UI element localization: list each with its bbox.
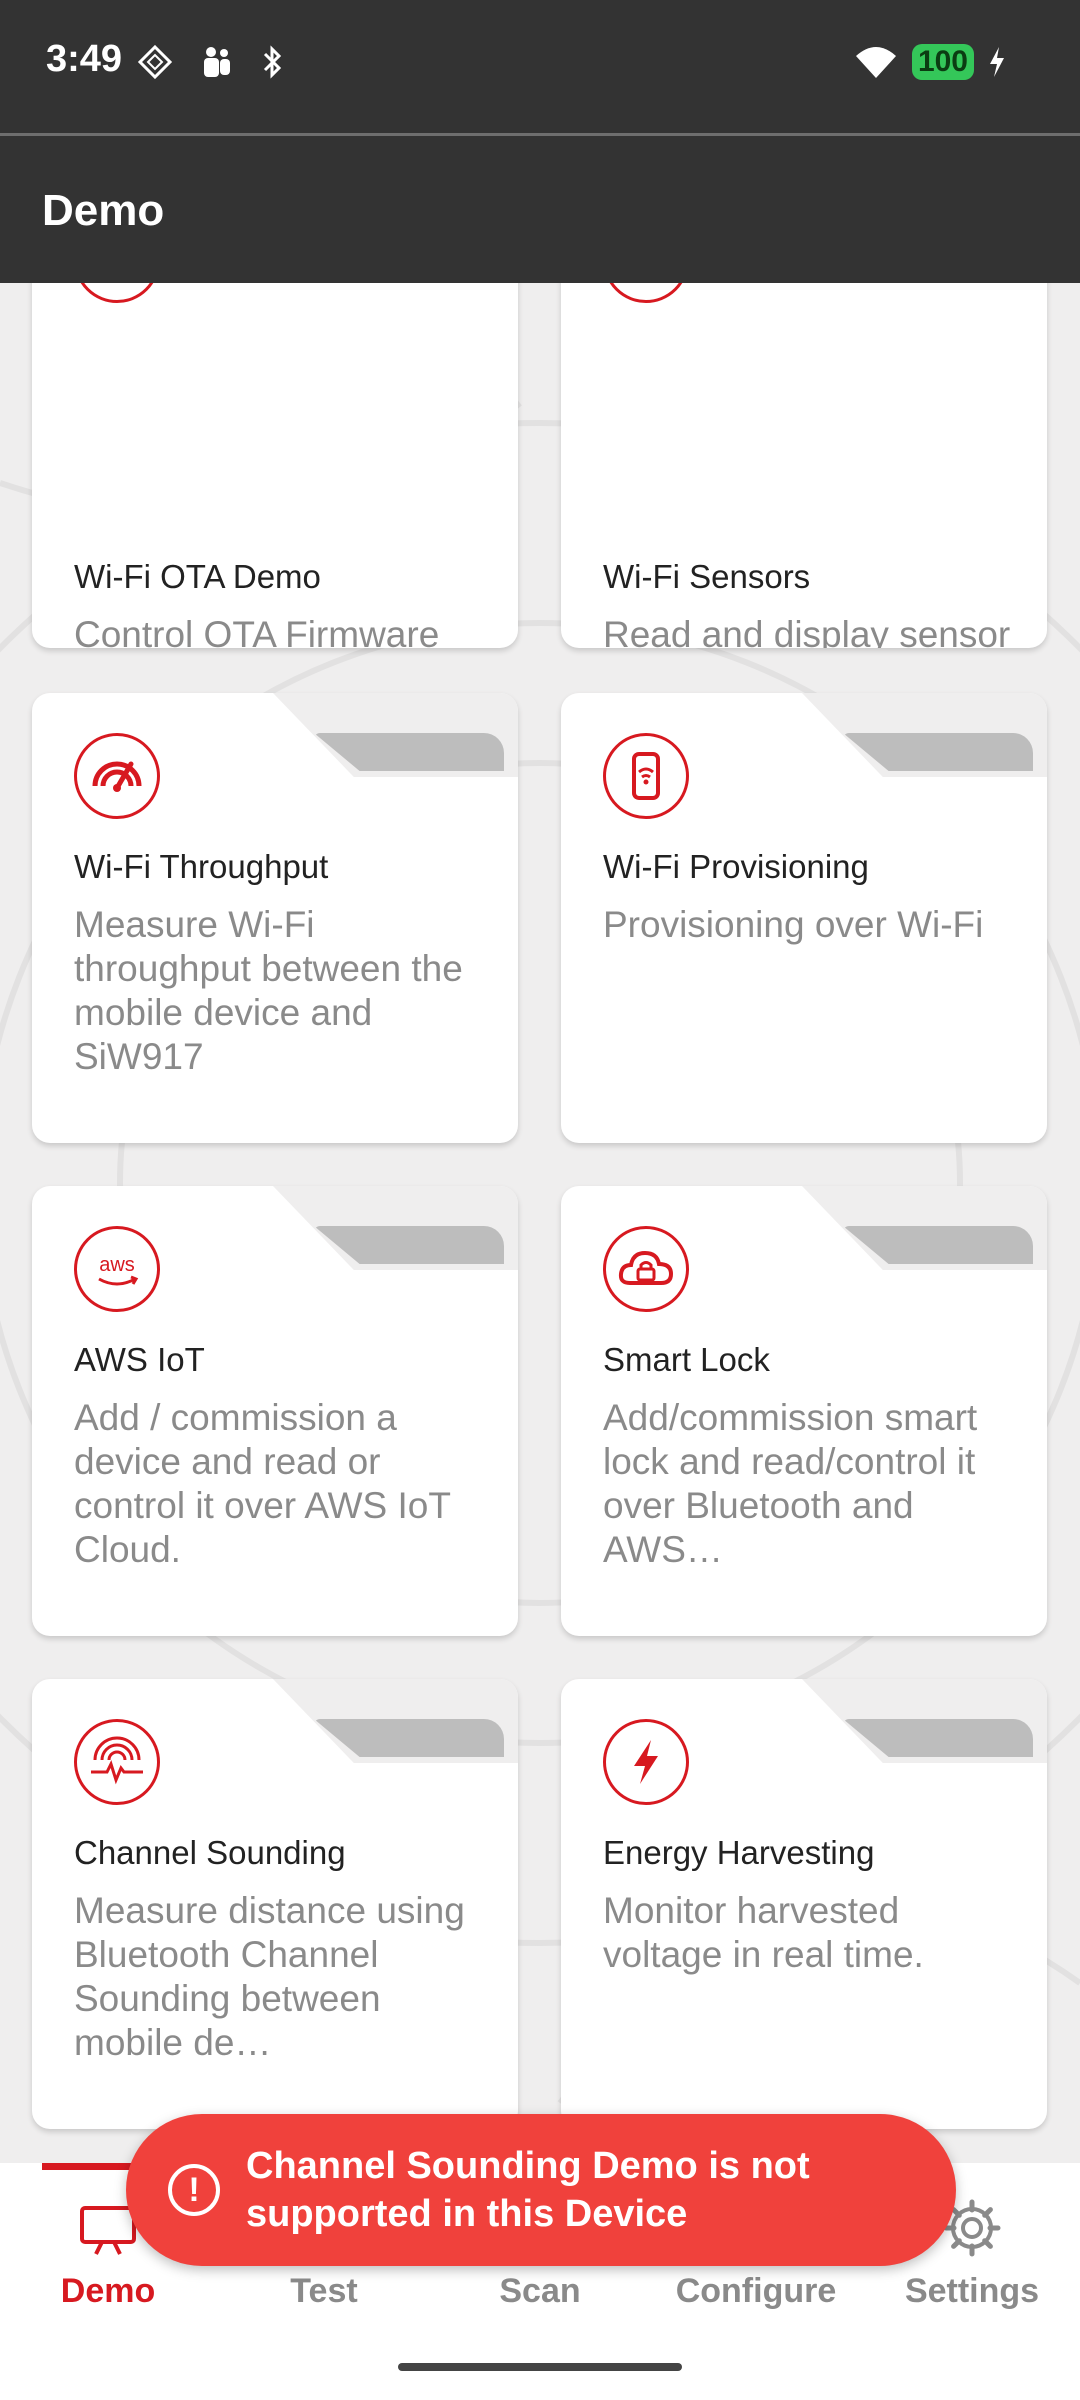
card-wifi-sensors[interactable]: Wi-Fi Sensors Read and display sensor da… [561,283,1047,648]
error-snackbar: ! Channel Sounding Demo is not supported… [126,2114,956,2266]
lightning-icon [603,1719,689,1805]
page-title: Demo [42,186,165,235]
card-description: Add/commission smart lock and read/contr… [603,1397,978,1570]
status-system-icons: 100 [854,44,1006,80]
phone-wifi-icon [603,733,689,819]
bluetooth-icon [263,45,282,79]
signal-wave-icon [74,1719,160,1805]
snackbar-message: Channel Sounding Demo is not supported i… [246,2145,810,2235]
card-title: Wi-Fi Throughput [74,848,329,885]
card-title: Energy Harvesting [603,1834,875,1871]
aws-icon: aws [74,1226,160,1312]
charging-icon [990,47,1004,77]
nav-label: Demo [60,2272,156,2310]
card-tab [268,693,518,777]
card-energy-harvesting[interactable]: Energy Harvesting Monitor harvested volt… [561,1679,1047,2129]
card-title: Wi-Fi Sensors [603,558,811,595]
card-title: Wi-Fi Provisioning [603,848,869,885]
cloud-lock-icon [603,1226,689,1312]
card-description: Add / commission a device and read or co… [74,1397,451,1570]
card-smart-lock[interactable]: Smart Lock Add/commission smart lock and… [561,1186,1047,1636]
card-title: Wi-Fi OTA Demo [74,558,321,595]
status-bar: 3:49 100 [0,0,1080,133]
card-tab [268,1186,518,1270]
nav-label: Test [290,2272,358,2310]
svg-text:aws: aws [99,1254,135,1276]
card-aws-iot[interactable]: aws AWS IoT Add / commission a device an… [32,1186,518,1636]
card-wifi-ota[interactable]: Wi-Fi OTA Demo Control OTA Firmware upda… [32,283,518,648]
card-description: Control OTA Firmware update over Wi-Fi. [74,614,440,648]
teams-icon [204,47,230,77]
ota-icon [74,283,160,303]
card-title: Smart Lock [603,1341,770,1378]
diamond-icon [137,44,173,80]
nav-label: Configure [675,2272,837,2310]
card-title: AWS IoT [74,1341,205,1378]
card-wifi-throughput[interactable]: Wi-Fi Throughput Measure Wi-Fi throughpu… [32,693,518,1143]
card-tab [268,1679,518,1763]
alert-icon: ! [168,2164,220,2216]
card-description: Measure Wi-Fi throughput between the mob… [74,904,463,1077]
card-description: Read and display sensor data from the de… [603,614,1011,648]
status-time: 3:49 [46,38,123,80]
card-description: Provisioning over Wi-Fi [603,904,984,945]
card-wifi-provisioning[interactable]: Wi-Fi Provisioning Provisioning over Wi-… [561,693,1047,1143]
card-title: Channel Sounding [74,1834,346,1871]
app-bar: Demo [0,133,1080,283]
card-description: Monitor harvested voltage in real time. [603,1890,924,1975]
nav-label: Scan [499,2272,581,2310]
nav-label: Settings [904,2272,1040,2310]
card-tab [797,693,1047,777]
card-channel-sounding[interactable]: Channel Sounding Measure distance using … [32,1679,518,2129]
home-indicator[interactable] [398,2363,682,2371]
wifi-icon [855,47,896,78]
card-tab [797,1186,1047,1270]
status-notification-icons [137,44,285,80]
speedometer-wifi-icon [74,733,160,819]
card-tab [797,1679,1047,1763]
battery-indicator: 100 [911,44,974,80]
demo-grid[interactable]: Wi-Fi OTA Demo Control OTA Firmware upda… [0,283,1080,2163]
card-description: Measure distance using Bluetooth Channel… [74,1890,465,2063]
sensor-icon [603,283,689,303]
